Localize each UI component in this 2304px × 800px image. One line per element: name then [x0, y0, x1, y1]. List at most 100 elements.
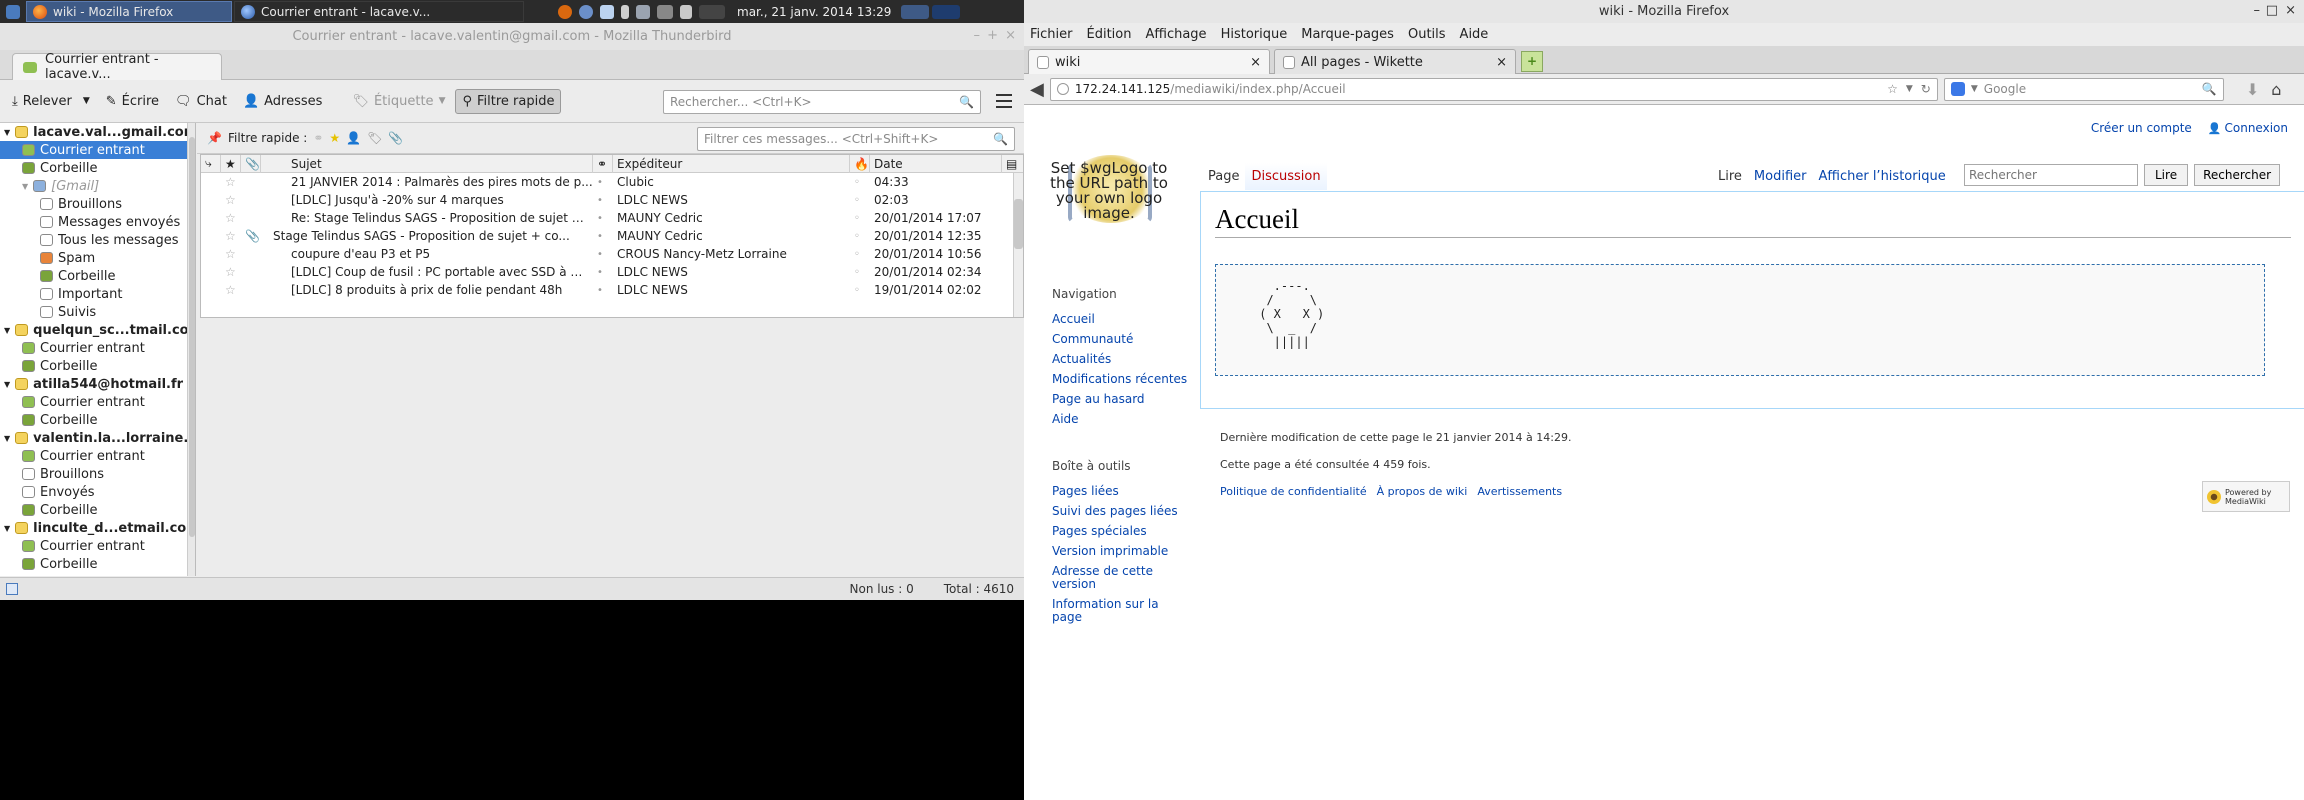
folder-item[interactable]: Messages envoyés — [0, 213, 195, 231]
table-row[interactable]: ☆ Re: Stage Telindus SAGS - Proposition d… — [201, 209, 1023, 227]
star-icon[interactable]: ☆ — [221, 175, 241, 189]
folder-item[interactable]: Courrier entrant — [0, 141, 195, 159]
column-date[interactable]: Date — [870, 155, 1002, 173]
sidebar-tool-link[interactable]: Information sur la page — [1052, 598, 1192, 624]
home-icon[interactable]: ⌂ — [2271, 80, 2281, 99]
menu-history[interactable]: Historique — [1221, 27, 1288, 42]
expand-twisty-icon[interactable]: ▼ — [4, 434, 10, 443]
tag-button[interactable]: 🏷 Étiquette ▼ — [346, 90, 451, 113]
google-icon[interactable] — [1950, 82, 1965, 96]
write-button[interactable]: ✎ Écrire — [100, 90, 165, 113]
firefox-launcher-icon[interactable] — [558, 4, 572, 19]
downloads-icon[interactable]: ⬇ — [2246, 80, 2259, 99]
taskbar-task-firefox[interactable]: wiki - Mozilla Firefox — [26, 1, 232, 22]
clock[interactable]: mar., 21 janv. 2014 13:29 — [737, 5, 891, 19]
tab-read[interactable]: Lire — [1712, 163, 1748, 190]
taskbar-task-thunderbird[interactable]: Courrier entrant - lacave.v... — [234, 1, 524, 22]
login-link[interactable]: Connexion — [2225, 121, 2289, 135]
close-icon[interactable]: × — [2285, 3, 2296, 18]
sidebar-nav-link[interactable]: Communauté — [1052, 333, 1192, 346]
menu-file[interactable]: Fichier — [1030, 27, 1073, 42]
web-search-input[interactable]: ▼ Google 🔍 — [1943, 77, 2224, 101]
table-row[interactable]: ☆ [LDLC] Jusqu'à -20% sur 4 marques • LDLC … — [201, 191, 1023, 209]
folder-item[interactable]: Corbeille — [0, 357, 195, 375]
chevron-down-icon[interactable]: ▼ — [1971, 84, 1978, 94]
folder-item[interactable]: Courrier entrant — [0, 393, 195, 411]
chat-launcher-icon[interactable] — [579, 4, 593, 19]
back-arrow-icon[interactable]: ◀ — [1030, 79, 1044, 100]
new-tab-button[interactable]: + — [1521, 51, 1543, 72]
star-column-icon[interactable]: ★ — [221, 155, 241, 173]
table-row-partial[interactable] — [201, 299, 1023, 303]
menu-tools[interactable]: Outils — [1408, 27, 1446, 42]
bookmark-star-icon[interactable]: ☆ — [1887, 82, 1898, 96]
folder-item[interactable]: Spam — [0, 249, 195, 267]
expand-twisty-icon[interactable]: ▼ — [4, 326, 10, 335]
folder-account[interactable]: ▼ atilla544@hotmail.fr — [0, 375, 195, 393]
sidebar-nav-link[interactable]: Accueil — [1052, 313, 1192, 326]
workspace-icon[interactable] — [699, 4, 725, 19]
menu-view[interactable]: Affichage — [1145, 27, 1206, 42]
usb-icon[interactable] — [636, 4, 650, 19]
expand-twisty-icon[interactable]: ▼ — [4, 380, 10, 389]
table-row[interactable]: ☆ [LDLC] 8 produits à prix de folie penda… — [201, 281, 1023, 299]
expand-twisty-icon[interactable]: ▼ — [22, 182, 28, 191]
star-icon[interactable]: ☆ — [221, 265, 241, 279]
tab-inbox[interactable]: Courrier entrant - lacave.v... — [12, 52, 222, 82]
folder-item[interactable]: Envoyés — [0, 483, 195, 501]
menu-edit[interactable]: Édition — [1087, 27, 1132, 42]
message-list-scrollbar[interactable] — [1013, 173, 1023, 317]
sidebar-nav-link[interactable]: Aide — [1052, 413, 1192, 426]
url-bar[interactable]: 172.24.141.125/mediawiki/index.php/Accue… — [1049, 77, 1938, 101]
read-column-icon[interactable]: ⚭ — [593, 155, 613, 173]
unread-filter-icon[interactable]: ⚭ — [313, 131, 323, 145]
footer-link[interactable]: Avertissements — [1477, 485, 1562, 498]
folder-item[interactable]: Courrier entrant — [0, 537, 195, 555]
maximize-icon[interactable]: + — [987, 28, 998, 43]
folder-item[interactable]: Corbeille — [0, 267, 195, 285]
sidebar-tool-link[interactable]: Version imprimable — [1052, 545, 1192, 558]
folder-item[interactable]: Brouillons — [0, 465, 195, 483]
search-button[interactable]: Rechercher — [2194, 164, 2281, 186]
folder-scrollbar[interactable] — [187, 123, 195, 576]
tab-close-icon[interactable]: × — [1496, 55, 1507, 70]
column-picker-icon[interactable]: ▤ — [1002, 155, 1020, 173]
folder-account[interactable]: ▼ linculte_d...etmail.com — [0, 519, 195, 537]
tab-wiki[interactable]: wiki × — [1028, 49, 1270, 74]
folder-item[interactable]: Corbeille — [0, 555, 195, 573]
chevron-down-icon[interactable]: ▼ — [1906, 84, 1913, 94]
folder-item[interactable]: Corbeille — [0, 411, 195, 429]
battery-icon[interactable] — [621, 4, 629, 19]
volume-icon[interactable] — [657, 4, 673, 19]
folder-account[interactable]: ▼ valentin.la...lorraine.fr — [0, 429, 195, 447]
reload-icon[interactable]: ↻ — [1921, 82, 1931, 96]
thread-column-icon[interactable]: ⤷ — [201, 155, 221, 173]
address-book-button[interactable]: 👤 Adresses — [237, 90, 328, 113]
get-mail-button[interactable]: ⤓ Relever ▼ — [6, 90, 96, 113]
sidebar-tool-link[interactable]: Suivi des pages liées — [1052, 505, 1192, 518]
junk-column-icon[interactable]: 🔥 — [850, 155, 870, 173]
sidebar-tool-link[interactable]: Adresse de cette version — [1052, 565, 1192, 591]
table-row[interactable]: ☆ 21 JANVIER 2014 : Palmarès des pires mo… — [201, 173, 1023, 191]
footer-link[interactable]: À propos de wiki — [1377, 485, 1468, 498]
sidebar-tool-link[interactable]: Pages liées — [1052, 485, 1192, 498]
close-icon[interactable]: × — [1005, 28, 1016, 43]
table-row[interactable]: ☆ [LDLC] Coup de fusil : PC portable avec… — [201, 263, 1023, 281]
tab-edit[interactable]: Modifier — [1748, 163, 1813, 190]
sidebar-nav-link[interactable]: Actualités — [1052, 353, 1192, 366]
contact-filter-icon[interactable]: 👤 — [346, 131, 361, 145]
expand-twisty-icon[interactable]: ▼ — [4, 524, 10, 533]
workspace-switcher[interactable] — [901, 4, 961, 19]
tab-history[interactable]: Afficher l’historique — [1813, 163, 1952, 190]
folder-item[interactable]: Important — [0, 285, 195, 303]
global-search-input[interactable]: Rechercher... <Ctrl+K> 🔍 — [663, 90, 981, 114]
star-icon[interactable]: ☆ — [221, 247, 241, 261]
network-icon[interactable] — [680, 4, 692, 19]
create-account-link[interactable]: Créer un compte — [2091, 121, 2192, 135]
folder-item[interactable]: Corbeille — [0, 159, 195, 177]
menu-bookmarks[interactable]: Marque-pages — [1301, 27, 1394, 42]
pin-icon[interactable]: 📌 — [207, 131, 222, 145]
folder-account[interactable]: ▼ lacave.val...gmail.com — [0, 123, 195, 141]
folder-item[interactable]: Corbeille — [0, 501, 195, 519]
tab-page[interactable]: Page — [1202, 162, 1246, 190]
